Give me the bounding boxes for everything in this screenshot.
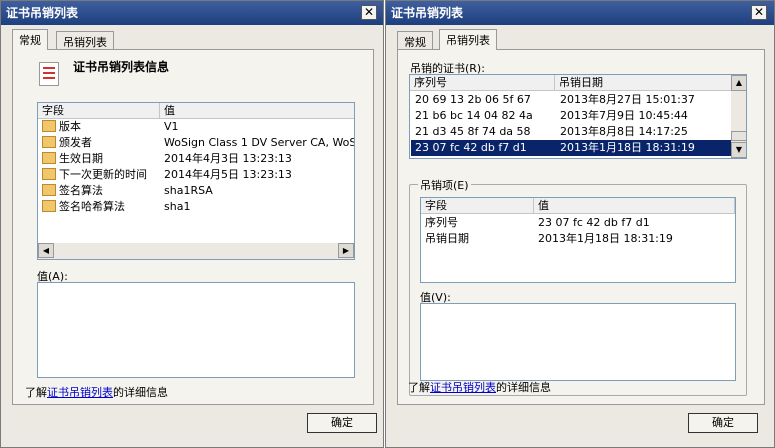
crl-document-icon bbox=[39, 62, 59, 86]
field-icon bbox=[42, 184, 56, 196]
close-icon[interactable]: ✕ bbox=[751, 5, 767, 20]
ok-button[interactable]: 确定 bbox=[307, 413, 377, 433]
column-header-value[interactable]: 值 bbox=[534, 198, 735, 214]
learn-more-text: 了解证书吊销列表的详细信息 bbox=[408, 381, 551, 394]
scroll-down-icon[interactable]: ▼ bbox=[731, 142, 746, 158]
window-titlebar: 证书吊销列表 ✕ bbox=[1, 1, 383, 25]
table-row[interactable]: 20 69 13 2b 06 5f 67 2013年8月27日 15:01:37 bbox=[411, 92, 731, 108]
vertical-scrollbar[interactable]: ▲ ▼ bbox=[731, 75, 746, 158]
table-row[interactable]: 签名算法 sha1RSA bbox=[38, 183, 354, 199]
table-row-selected[interactable]: 23 07 fc 42 db f7 d1 2013年1月18日 18:31:19 bbox=[411, 140, 731, 156]
table-row[interactable]: 21 b6 bc 14 04 82 4a 2013年7月9日 10:45:44 bbox=[411, 108, 731, 124]
crl-window-general: 证书吊销列表 ✕ 常规 吊销列表 证书吊销列表信息 字段 值 版本 V1 颁发者… bbox=[0, 0, 384, 448]
horizontal-scrollbar[interactable]: ◀ ▶ bbox=[38, 243, 354, 259]
tab-panel-general: 证书吊销列表信息 字段 值 版本 V1 颁发者 WoSign Class 1 D… bbox=[12, 49, 374, 405]
crl-window-revocation: 证书吊销列表 ✕ 常规 吊销列表 吊销的证书(R): 序列号 吊销日期 20 6… bbox=[385, 0, 775, 448]
window-title: 证书吊销列表 bbox=[391, 6, 464, 20]
table-row[interactable]: 21 d3 45 8f 74 da 58 2013年8月8日 14:17:25 bbox=[411, 124, 731, 140]
field-icon bbox=[42, 136, 56, 148]
scroll-thumb[interactable] bbox=[731, 131, 746, 141]
list-header: 字段 值 bbox=[38, 103, 354, 119]
scroll-right-icon[interactable]: ▶ bbox=[338, 243, 354, 258]
table-row[interactable]: 生效日期 2014年4月3日 13:23:13 bbox=[38, 151, 354, 167]
scroll-up-icon[interactable]: ▲ bbox=[731, 75, 746, 91]
learn-more-link[interactable]: 证书吊销列表 bbox=[430, 381, 496, 394]
tab-revocation-list[interactable]: 吊销列表 bbox=[439, 29, 497, 50]
table-row[interactable]: 吊销日期 2013年1月18日 18:31:19 bbox=[421, 231, 735, 247]
tab-panel-revocation: 吊销的证书(R): 序列号 吊销日期 20 69 13 2b 06 5f 67 … bbox=[397, 49, 765, 405]
column-header-value[interactable]: 值 bbox=[160, 103, 354, 119]
ok-button[interactable]: 确定 bbox=[688, 413, 758, 433]
field-icon bbox=[42, 168, 56, 180]
learn-more-link[interactable]: 证书吊销列表 bbox=[47, 386, 113, 399]
field-icon bbox=[42, 120, 56, 132]
column-header-date[interactable]: 吊销日期 bbox=[555, 75, 732, 91]
tab-revocation-list[interactable]: 吊销列表 bbox=[56, 31, 114, 50]
scroll-left-icon[interactable]: ◀ bbox=[38, 243, 54, 258]
list-header: 字段 值 bbox=[421, 198, 735, 214]
revocation-entry-group: 吊销项(E) 字段 值 序列号 23 07 fc 42 db f7 d1 吊销日… bbox=[409, 177, 747, 396]
table-row[interactable]: 颁发者 WoSign Class 1 DV Server CA, WoS... bbox=[38, 135, 354, 151]
tab-general[interactable]: 常规 bbox=[12, 29, 48, 50]
field-icon bbox=[42, 200, 56, 212]
field-list[interactable]: 字段 值 版本 V1 颁发者 WoSign Class 1 DV Server … bbox=[37, 102, 355, 260]
field-icon bbox=[42, 152, 56, 164]
revoked-cert-list[interactable]: 序列号 吊销日期 20 69 13 2b 06 5f 67 2013年8月27日… bbox=[409, 74, 747, 159]
column-header-field[interactable]: 字段 bbox=[421, 198, 534, 214]
tab-general[interactable]: 常规 bbox=[397, 31, 433, 50]
window-title: 证书吊销列表 bbox=[6, 6, 79, 20]
column-header-serial[interactable]: 序列号 bbox=[410, 75, 555, 91]
revocation-entry-title: 吊销项(E) bbox=[418, 177, 471, 193]
window-titlebar: 证书吊销列表 ✕ bbox=[386, 1, 774, 25]
entry-field-list[interactable]: 字段 值 序列号 23 07 fc 42 db f7 d1 吊销日期 2013年… bbox=[420, 197, 736, 283]
list-header: 序列号 吊销日期 bbox=[410, 75, 732, 91]
table-row[interactable]: 签名哈希算法 sha1 bbox=[38, 199, 354, 215]
info-header-title: 证书吊销列表信息 bbox=[73, 60, 170, 74]
table-row[interactable]: 版本 V1 bbox=[38, 119, 354, 135]
close-icon[interactable]: ✕ bbox=[361, 5, 377, 20]
value-textbox[interactable] bbox=[37, 282, 355, 378]
value-textbox[interactable] bbox=[420, 303, 736, 381]
learn-more-text: 了解证书吊销列表的详细信息 bbox=[25, 386, 168, 399]
column-header-field[interactable]: 字段 bbox=[38, 103, 160, 119]
table-row[interactable]: 下一次更新的时间 2014年4月5日 13:23:13 bbox=[38, 167, 354, 183]
table-row[interactable]: 序列号 23 07 fc 42 db f7 d1 bbox=[421, 215, 735, 231]
